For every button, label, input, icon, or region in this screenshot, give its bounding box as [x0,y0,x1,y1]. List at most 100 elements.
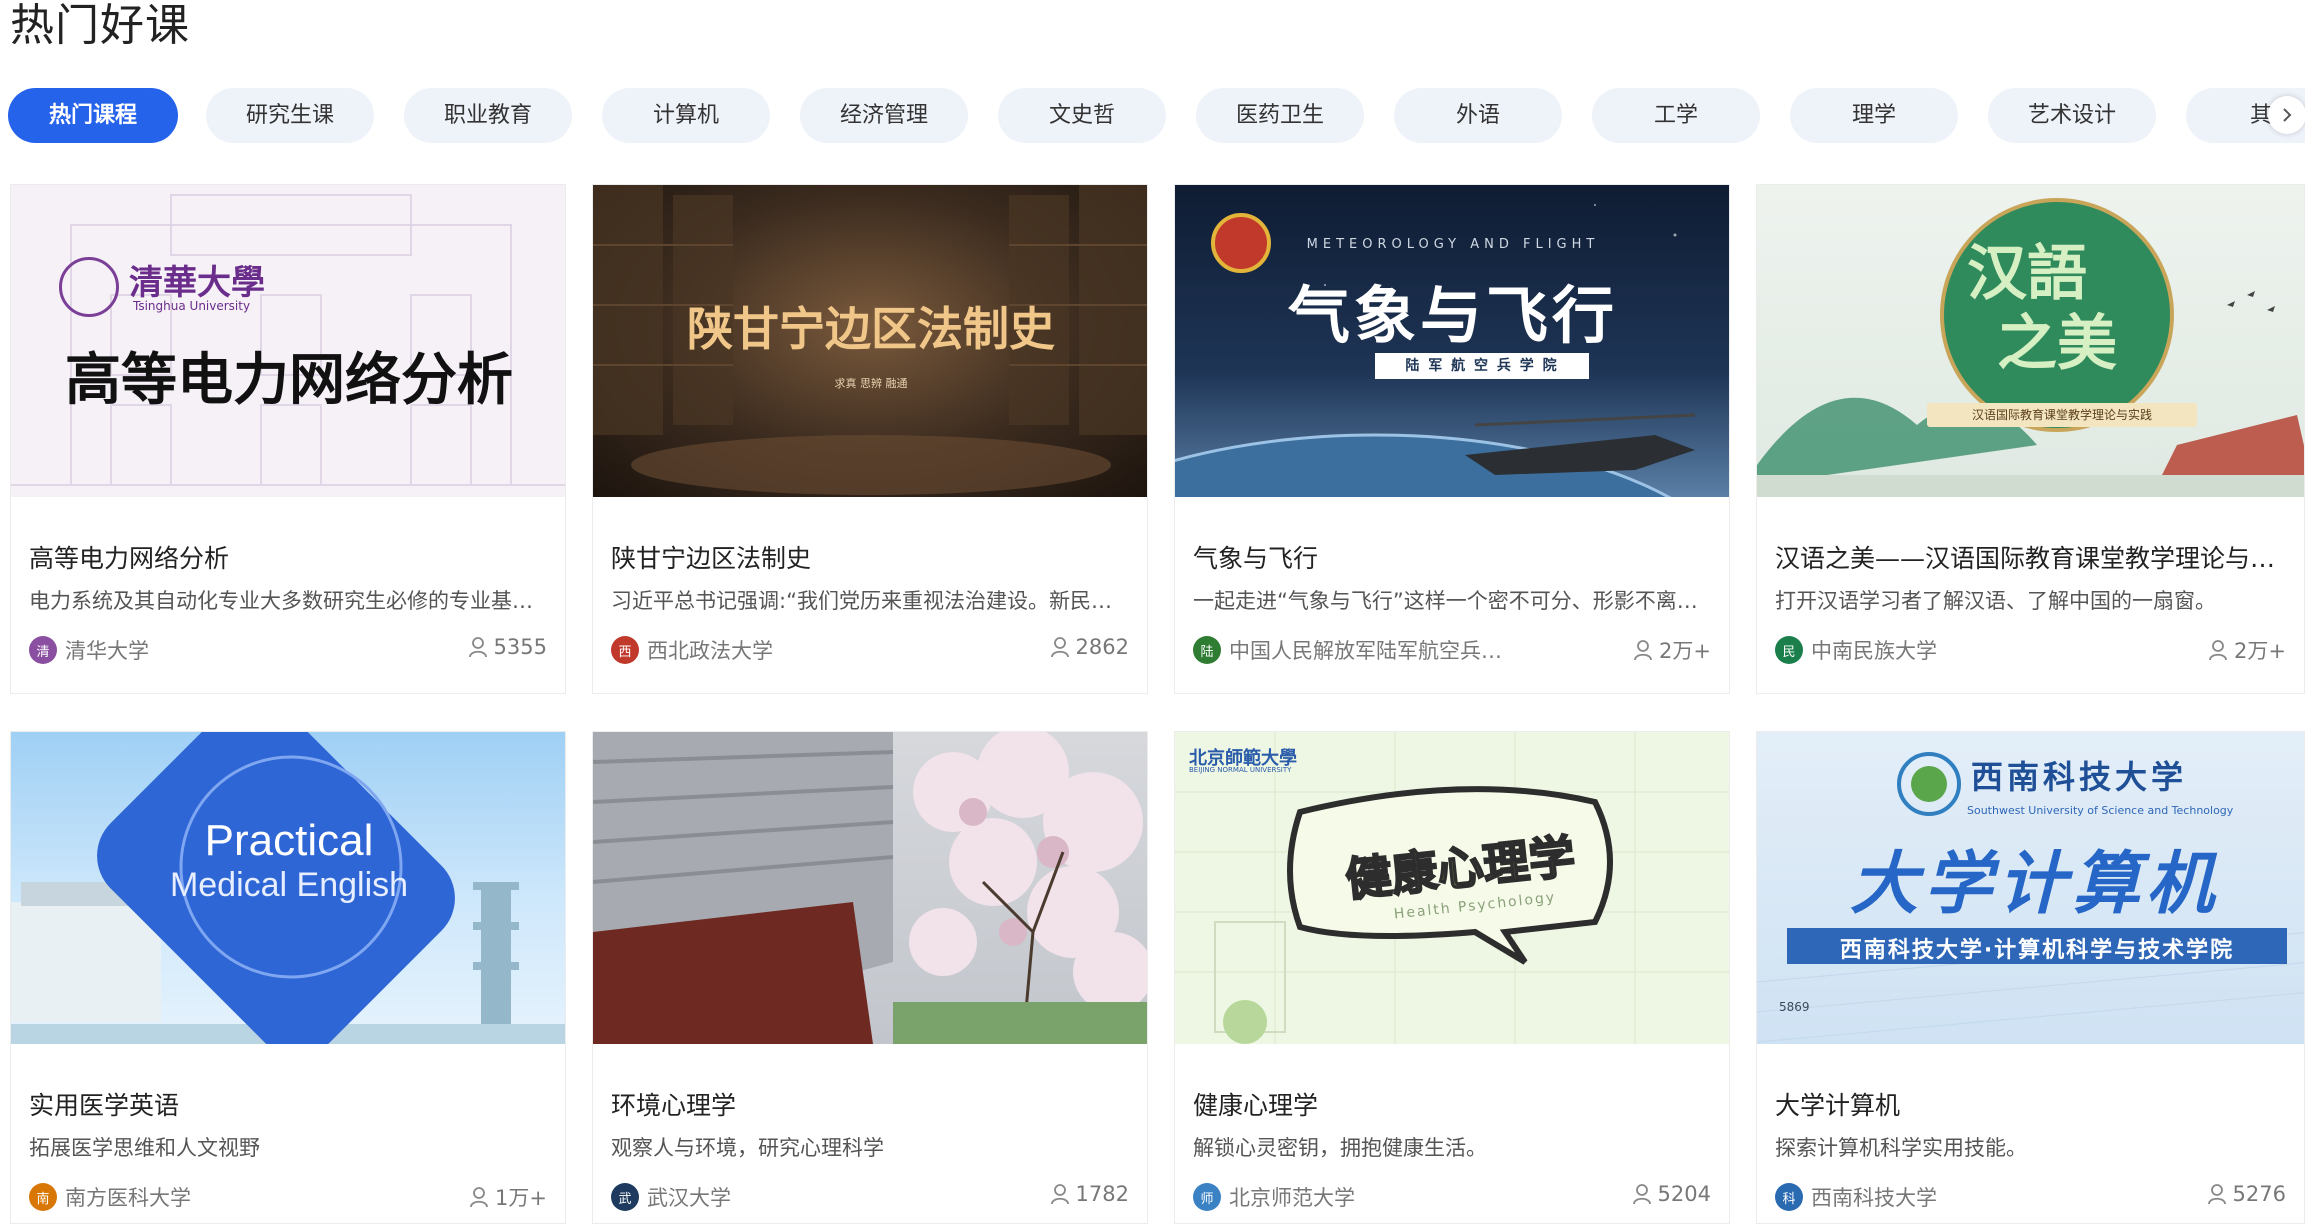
tab-humanities[interactable]: 文史哲 [998,88,1166,143]
user-icon [1050,1184,1069,1205]
course-card[interactable]: 陕甘宁边区法制史 求真 思辨 融通 陕甘宁边区法制史 习近平总书记强调:“我们党… [592,184,1148,694]
tab-medicine[interactable]: 医药卫生 [1196,88,1364,143]
learner-count-value: 2862 [1075,635,1129,659]
learner-count: 5276 [2207,1182,2286,1206]
school-name[interactable]: 武汉大学 [647,1182,731,1212]
cover-headline: 陕甘宁边区法制史 [687,302,1055,356]
course-cover: 汉語 之美 汉语国际教育课堂教学理论与实践 [1757,185,2304,497]
user-icon [2209,640,2227,661]
learner-count: 5355 [468,635,547,659]
school-name[interactable]: 南方医科大学 [65,1182,191,1212]
school-name[interactable]: 清华大学 [65,635,149,665]
tab-computer[interactable]: 计算机 [602,88,770,143]
tab-foreign-language[interactable]: 外语 [1394,88,1562,143]
course-card[interactable]: 汉語 之美 汉语国际教育课堂教学理论与实践 汉语之美——汉语国际教育课堂教学理论… [1756,184,2305,694]
cover-headline: 气象与飞行 [1287,279,1618,352]
course-card[interactable]: Practical Medical English 实用医学英语 拓展医学思维和… [10,731,566,1224]
cover-top-text: METEOROLOGY AND FLIGHT [1306,237,1600,252]
course-cover: 清華大學 Tsinghua University 高等电力网络分析 [11,185,565,497]
course-card[interactable]: METEOROLOGY AND FLIGHT 气象与飞行 陆 军 航 空 兵 学… [1174,184,1730,694]
cover-headline-2: 之美 [1997,309,2117,379]
course-desc: 习近平总书记强调:“我们党历来重视法治建设。新民主主义革命时期 [611,589,1131,613]
course-desc: 电力系统及其自动化专业大多数研究生必修的专业基础课程 [29,589,549,613]
course-title[interactable]: 实用医学英语 [29,1086,549,1122]
school-name[interactable]: 中南民族大学 [1811,635,1937,665]
school-logo-icon: 民 [1775,636,1803,664]
course-card[interactable]: 环境心理学 观察人与环境，研究心理科学 武 武汉大学 1782 [592,731,1148,1224]
cover-motto: 求真 思辨 融通 [834,377,908,390]
user-icon [1632,1184,1651,1205]
course-desc: 探索计算机科学实用技能。 [1775,1136,2027,1160]
learner-count: 2862 [1050,635,1129,659]
learner-count-value: 5204 [1657,1182,1711,1206]
course-desc: 观察人与环境，研究心理科学 [611,1136,884,1160]
school-name[interactable]: 西北政法大学 [647,635,773,665]
learner-count: 2万+ [2208,635,2286,665]
course-footer: 清 清华大学 5355 [29,631,547,671]
tab-economics[interactable]: 经济管理 [800,88,968,143]
page-title: 热门好课 [10,0,190,51]
cover-line1: Practical [204,816,374,865]
tab-science[interactable]: 理学 [1790,88,1958,143]
cover-line2: Medical English [169,866,409,904]
learner-count: 1万+ [469,1182,547,1212]
cover-headline: 高等电力网络分析 [65,348,513,413]
course-cover: 西南科技大学 Southwest University of Science a… [1757,732,2304,1044]
school-name[interactable]: 中国人民解放军陆军航空兵学院 [1229,635,1509,665]
learner-count: 2万+ [1633,635,1711,665]
cover-code: 5869 [1779,1000,1810,1014]
course-title[interactable]: 汉语之美——汉语国际教育课堂教学理论与实践 [1775,539,2295,575]
school-name[interactable]: 西南科技大学 [1811,1182,1937,1212]
course-title[interactable]: 陕甘宁边区法制史 [611,539,1131,575]
user-icon [1634,640,1652,661]
category-tabs: 热门课程 研究生课 职业教育 计算机 经济管理 文史哲 医药卫生 外语 工学 理… [0,88,2305,143]
tab-art-design[interactable]: 艺术设计 [1988,88,2156,143]
course-card[interactable]: 北京師範大學 BEIJING NORMAL UNIVERSITY 健康心理学 H… [1174,731,1730,1224]
user-icon [470,1187,488,1208]
learner-count: 5204 [1632,1182,1711,1206]
school-name[interactable]: 北京师范大学 [1229,1182,1355,1212]
course-cover: Practical Medical English [11,732,565,1044]
course-title[interactable]: 大学计算机 [1775,1086,2295,1122]
course-card[interactable]: 西南科技大学 Southwest University of Science a… [1756,731,2305,1224]
course-footer: 南 南方医科大学 1万+ [29,1178,547,1218]
user-icon [1050,637,1069,658]
course-title[interactable]: 气象与飞行 [1193,539,1713,575]
chevron-right-icon[interactable] [2268,96,2305,134]
course-title[interactable]: 环境心理学 [611,1086,1131,1122]
school-logo-icon: 武 [611,1183,639,1211]
course-title[interactable]: 健康心理学 [1193,1086,1713,1122]
course-card[interactable]: 清華大學 Tsinghua University 高等电力网络分析 高等电力网络… [10,184,566,694]
cover-brand-en: Tsinghua University [133,299,251,313]
school-logo-icon: 陆 [1193,636,1221,664]
course-title[interactable]: 高等电力网络分析 [29,539,549,575]
learner-count-value: 5276 [2232,1182,2286,1206]
course-footer: 师 北京师范大学 5204 [1193,1178,1711,1218]
course-cover: 北京師範大學 BEIJING NORMAL UNIVERSITY 健康心理学 H… [1175,732,1729,1044]
cover-headline: 大学计算机 [1849,845,2220,924]
course-cover [593,732,1147,1044]
school-logo-icon: 清 [29,636,57,664]
user-icon [2207,1184,2226,1205]
course-desc: 解锁心灵密钥，拥抱健康生活。 [1193,1136,1487,1160]
school-logo-icon: 师 [1193,1183,1221,1211]
learner-count-value: 1万+ [495,1186,547,1210]
cover-brand: 清華大學 [129,263,265,303]
cover-sub: 陆 军 航 空 兵 学 院 [1375,353,1589,379]
tab-hot[interactable]: 热门课程 [8,88,178,143]
course-footer: 武 武汉大学 1782 [611,1178,1129,1218]
course-footer: 民 中南民族大学 2万+ [1775,631,2286,671]
tab-engineering[interactable]: 工学 [1592,88,1760,143]
course-cover: 陕甘宁边区法制史 求真 思辨 融通 [593,185,1147,497]
school-logo-icon: 科 [1775,1183,1803,1211]
cover-brand-en: BEIJING NORMAL UNIVERSITY [1189,766,1292,774]
learner-count-value: 2万+ [1659,639,1711,663]
tab-graduate[interactable]: 研究生课 [206,88,374,143]
course-cover: METEOROLOGY AND FLIGHT 气象与飞行 陆 军 航 空 兵 学… [1175,185,1729,497]
tab-vocational[interactable]: 职业教育 [404,88,572,143]
school-logo-icon: 西 [611,636,639,664]
cover-brand-en: Southwest University of Science and Tech… [1967,804,2234,817]
course-footer: 西 西北政法大学 2862 [611,631,1129,671]
school-logo-icon: 南 [29,1183,57,1211]
user-icon [468,637,487,658]
